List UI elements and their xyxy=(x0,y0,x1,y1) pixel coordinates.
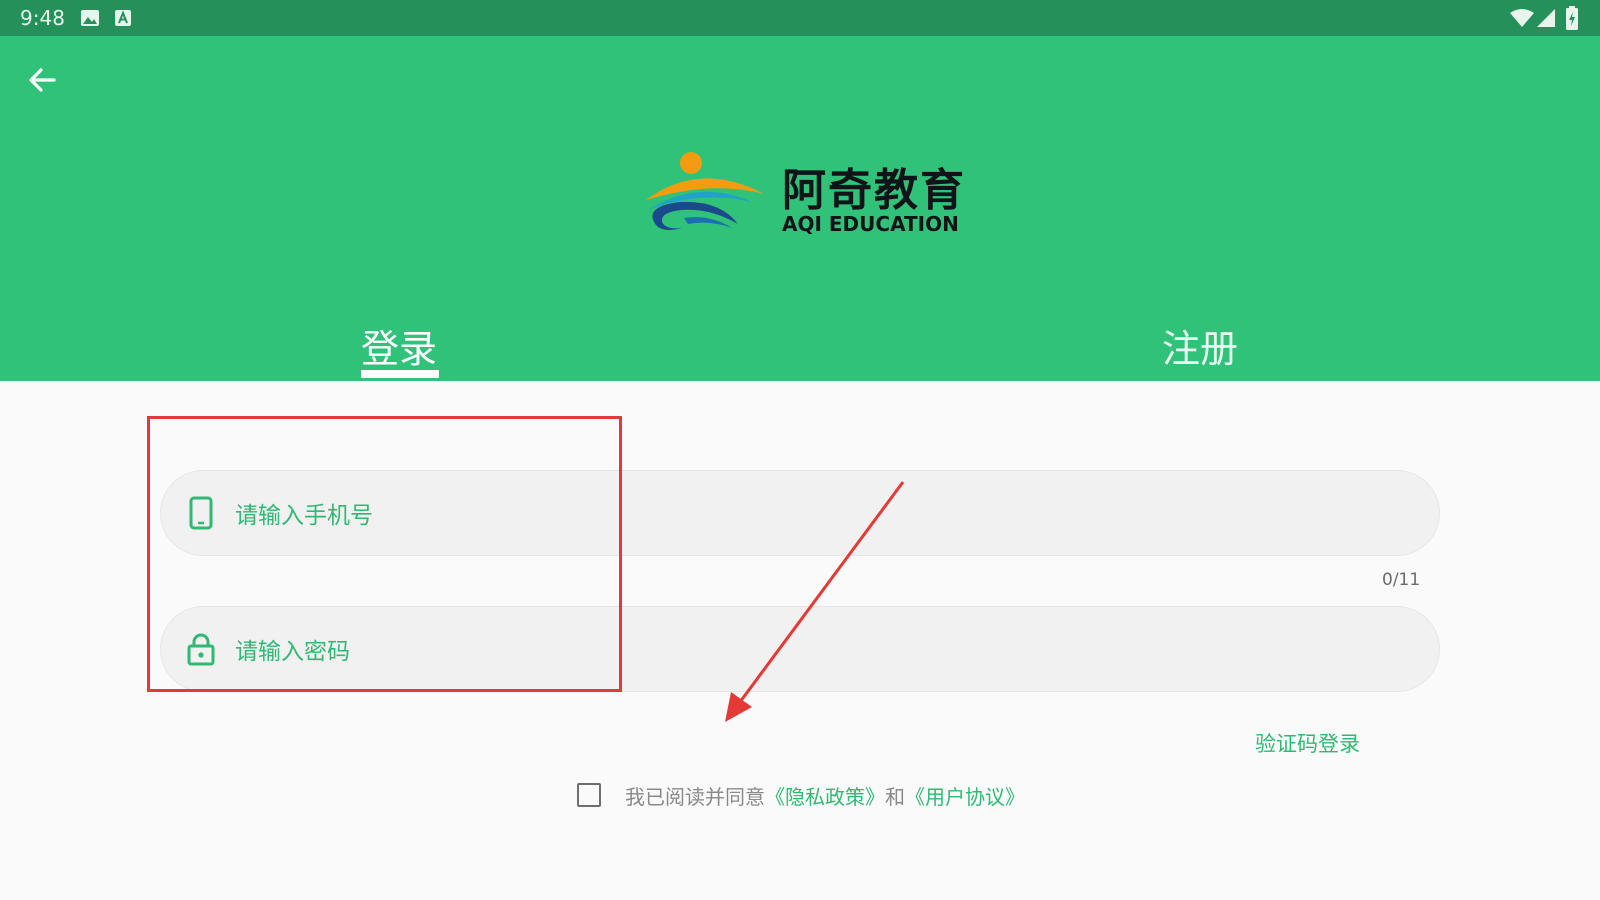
wifi-icon xyxy=(1510,8,1534,32)
agreement-prefix: 我已阅读并同意 xyxy=(625,784,765,809)
logo-emblem-icon xyxy=(646,152,764,230)
image-icon xyxy=(80,9,100,31)
agreement-checkbox[interactable] xyxy=(577,783,601,807)
battery-icon xyxy=(1566,6,1578,34)
back-arrow-icon xyxy=(29,68,56,92)
back-button[interactable] xyxy=(20,58,64,102)
password-placeholder: 请输入密码 xyxy=(235,639,350,665)
tab-indicator xyxy=(361,370,439,378)
agreement-conjunction: 和 xyxy=(885,784,905,809)
logo-chinese-name: 阿奇教育 xyxy=(782,165,966,216)
app-logo: 阿奇教育 AQI EDUCATION xyxy=(640,150,970,250)
password-input[interactable]: 请输入密码 xyxy=(160,606,1440,692)
phone-input[interactable]: 请输入手机号 xyxy=(160,470,1440,556)
phone-placeholder: 请输入手机号 xyxy=(235,503,373,529)
logo-english-name: AQI EDUCATION xyxy=(782,212,959,236)
keyboard-a-icon xyxy=(114,9,132,31)
tab-login[interactable]: 登录 xyxy=(361,318,437,373)
status-time: 9:48 xyxy=(20,6,65,30)
lock-icon xyxy=(185,631,217,667)
tab-register[interactable]: 注册 xyxy=(1162,318,1238,373)
status-bar: 9:48 xyxy=(0,0,1600,36)
phone-counter: 0/11 xyxy=(1382,570,1421,590)
sms-code-login-link[interactable]: 验证码登录 xyxy=(1255,728,1360,758)
agreement-row: 我已阅读并同意 《隐私政策》 和 《用户协议》 xyxy=(577,779,1025,811)
header: 阿奇教育 AQI EDUCATION 登录 注册 xyxy=(0,36,1600,381)
cell-signal-icon xyxy=(1536,8,1556,32)
user-agreement-link[interactable]: 《用户协议》 xyxy=(905,781,1025,810)
phone-icon xyxy=(185,495,217,531)
privacy-policy-link[interactable]: 《隐私政策》 xyxy=(765,781,885,810)
